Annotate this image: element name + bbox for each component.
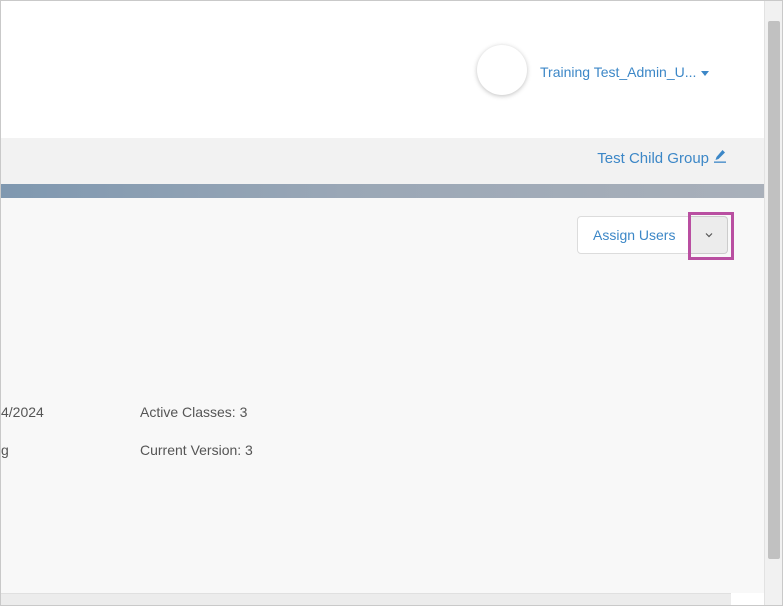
active-classes: Active Classes: 3	[140, 404, 248, 420]
avatar[interactable]	[477, 45, 527, 95]
caret-down-icon	[701, 70, 710, 76]
user-name: Training Test_Admin_U...	[540, 64, 697, 80]
horizontal-scrollbar[interactable]	[1, 593, 731, 605]
app-window: Training Test_Admin_U... Test Child Grou…	[0, 0, 783, 606]
assign-users-button[interactable]: Assign Users	[577, 216, 692, 254]
created-date-fragment: 4/2024	[1, 404, 44, 420]
pencil-icon[interactable]	[714, 149, 726, 167]
scrollbar-thumb[interactable]	[768, 21, 780, 559]
status-fragment: g	[1, 442, 9, 458]
group-name-link[interactable]: Test Child Group	[597, 149, 726, 167]
group-title-bar: Test Child Group	[1, 138, 764, 184]
top-header: Training Test_Admin_U...	[1, 1, 764, 138]
current-version: Current Version: 3	[140, 442, 253, 458]
group-details-panel: Assign Users 4/2024 Active Classes: 3 g …	[1, 198, 764, 593]
assign-users-button-group: Assign Users	[577, 212, 735, 260]
user-menu[interactable]: Training Test_Admin_U...	[540, 64, 710, 80]
assign-users-dropdown-button[interactable]	[688, 212, 735, 260]
chevron-down-icon	[706, 233, 713, 238]
header-divider-band	[1, 184, 764, 198]
vertical-scrollbar[interactable]	[764, 1, 782, 605]
group-name: Test Child Group	[597, 149, 709, 167]
